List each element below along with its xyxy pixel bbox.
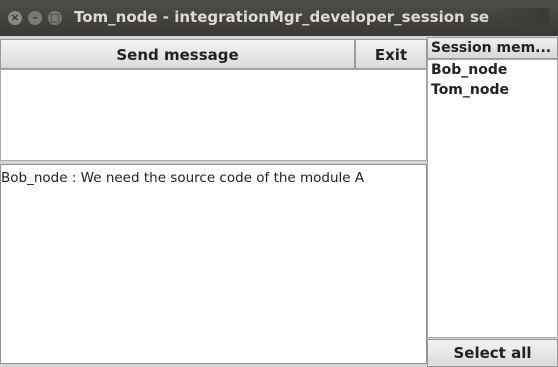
chat-message: Bob_node : We need the source code of th… — [1, 170, 365, 186]
member-item[interactable]: Bob_node — [428, 60, 557, 80]
message-input[interactable] — [0, 69, 427, 161]
window-title-text: Tom_node - integrationMgr_developer_sess… — [74, 8, 490, 26]
select-all-button[interactable]: Select all — [427, 339, 558, 367]
send-message-button[interactable]: Send message — [0, 39, 355, 69]
window-title: Tom_node - integrationMgr_developer_sess… — [74, 8, 549, 26]
member-item[interactable]: Tom_node — [428, 80, 557, 100]
maximize-window-icon[interactable]: □ — [48, 11, 62, 25]
exit-button[interactable]: Exit — [355, 39, 427, 69]
session-members-list[interactable]: Bob_node Tom_node — [427, 59, 558, 338]
session-members-header: Session mem... — [427, 37, 558, 59]
chat-history[interactable]: Bob_node : We need the source code of th… — [0, 164, 427, 364]
close-window-icon[interactable]: × — [8, 11, 22, 25]
title-bar: × – □ Tom_node - integrationMgr_develope… — [0, 0, 558, 36]
title-fade — [489, 8, 549, 26]
minimize-window-icon[interactable]: – — [28, 11, 42, 25]
